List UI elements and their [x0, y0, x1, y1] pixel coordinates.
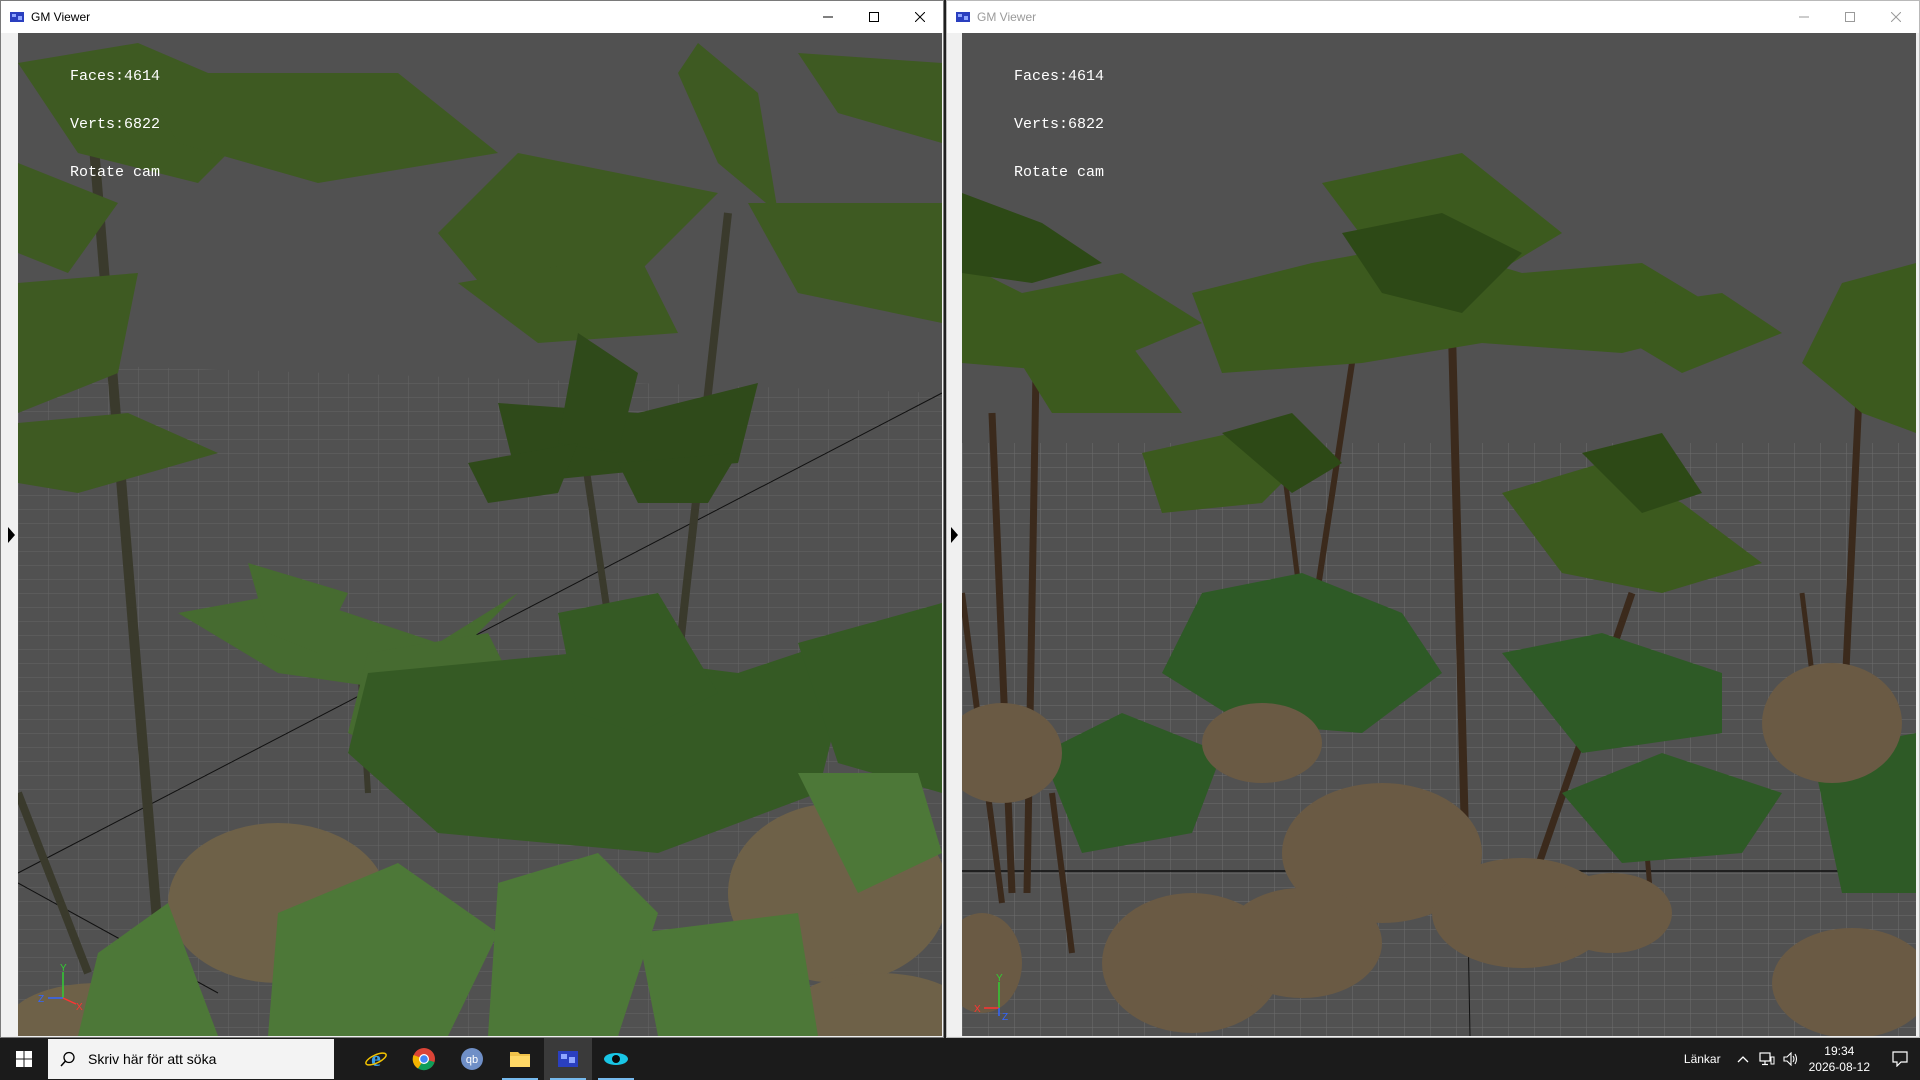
notification-icon — [1892, 1051, 1908, 1067]
search-placeholder: Skriv här för att söka — [88, 1051, 217, 1067]
stats-overlay: Faces:4614 Verts:6822 Rotate cam — [1014, 37, 1104, 213]
faces-count: Faces:4614 — [1014, 68, 1105, 85]
gm-viewer-window-right[interactable]: GM Viewer Faces:4614 Verts:6822 Rotate c… — [946, 0, 1920, 1038]
taskbar-app-eye[interactable] — [592, 1038, 640, 1080]
gm-viewer-app-icon — [956, 12, 970, 22]
close-button[interactable] — [1873, 1, 1919, 33]
maximize-button[interactable] — [851, 1, 897, 33]
3d-viewport[interactable]: Faces:4614 Verts:6822 Rotate cam Y Z X — [18, 33, 942, 1036]
verts-count: Verts:6822 — [70, 116, 161, 133]
taskbar: Skriv här för att söka e qb Länkar 19:34… — [0, 1038, 1920, 1080]
side-panel-toggle-arrow[interactable] — [8, 527, 15, 543]
speaker-icon — [1783, 1052, 1797, 1066]
gm-viewer-icon — [558, 1051, 578, 1067]
close-icon — [915, 12, 925, 22]
system-tray: Länkar 19:34 2026-08-12 — [1684, 1038, 1920, 1080]
axis-gizmo: Y X Z — [974, 973, 1008, 1022]
camera-mode: Rotate cam — [70, 164, 161, 181]
search-icon — [60, 1051, 75, 1067]
axis-label-x: X — [76, 1002, 83, 1012]
minimize-button[interactable] — [805, 1, 851, 33]
axis-label-y: Y — [60, 963, 67, 974]
3d-viewport[interactable]: Faces:4614 Verts:6822 Rotate cam Y X Z — [962, 33, 1916, 1036]
minimize-button[interactable] — [1781, 1, 1827, 33]
verts-count: Verts:6822 — [1014, 116, 1105, 133]
windows-logo-icon — [16, 1051, 32, 1067]
gm-viewer-app-icon — [10, 12, 24, 22]
gm-viewer-window-left[interactable]: GM Viewer Faces:4614 Verts:6822 Rotate c… — [0, 0, 944, 1038]
axis-gizmo: Y Z X — [38, 963, 83, 1012]
taskbar-app-gm-viewer[interactable] — [544, 1038, 592, 1080]
show-hidden-icons-button[interactable] — [1731, 1038, 1755, 1080]
maximize-icon — [1845, 12, 1855, 22]
eye-icon — [604, 1053, 628, 1065]
links-toolbar[interactable]: Länkar — [1684, 1052, 1721, 1066]
network-icon — [1759, 1052, 1775, 1066]
qbittorrent-icon: qb — [461, 1048, 483, 1070]
action-center-button[interactable] — [1880, 1038, 1920, 1080]
folder-icon — [510, 1052, 530, 1067]
side-panel-toggle-arrow[interactable] — [951, 527, 958, 543]
start-button[interactable] — [0, 1038, 48, 1080]
axis-label-x: X — [974, 1004, 981, 1015]
svg-text:e: e — [371, 1047, 381, 1071]
clock-date: 2026-08-12 — [1808, 1060, 1870, 1074]
internet-explorer-icon: e — [365, 1047, 387, 1071]
network-button[interactable] — [1755, 1038, 1779, 1080]
window-title: GM Viewer — [31, 10, 91, 24]
taskbar-app-qbittorrent[interactable]: qb — [448, 1038, 496, 1080]
maximize-icon — [869, 12, 879, 22]
window-title: GM Viewer — [977, 10, 1037, 24]
taskbar-app-chrome[interactable] — [400, 1038, 448, 1080]
scene-render — [962, 153, 1916, 1036]
title-bar[interactable]: GM Viewer — [947, 1, 1919, 33]
volume-button[interactable] — [1779, 1038, 1803, 1080]
faces-count: Faces:4614 — [70, 68, 161, 85]
clock-time: 19:34 — [1824, 1044, 1855, 1058]
taskbar-app-internet-explorer[interactable]: e — [352, 1038, 400, 1080]
chevron-up-icon — [1737, 1056, 1749, 1063]
axis-label-y: Y — [996, 973, 1003, 984]
maximize-button[interactable] — [1827, 1, 1873, 33]
svg-text:qb: qb — [466, 1054, 478, 1066]
taskbar-search-box[interactable]: Skriv här för att söka — [48, 1039, 334, 1079]
stats-overlay: Faces:4614 Verts:6822 Rotate cam — [70, 37, 160, 213]
axis-label-z: Z — [38, 994, 44, 1005]
camera-mode: Rotate cam — [1014, 164, 1105, 181]
minimize-icon — [1799, 16, 1809, 18]
chrome-icon — [412, 1048, 435, 1071]
clock[interactable]: 19:34 2026-08-12 — [1809, 1043, 1870, 1075]
close-button[interactable] — [897, 1, 943, 33]
close-icon — [1891, 12, 1901, 22]
title-bar[interactable]: GM Viewer — [1, 1, 943, 33]
axis-label-z: Z — [1002, 1012, 1008, 1022]
minimize-icon — [823, 16, 833, 18]
taskbar-app-file-explorer[interactable] — [496, 1038, 544, 1080]
